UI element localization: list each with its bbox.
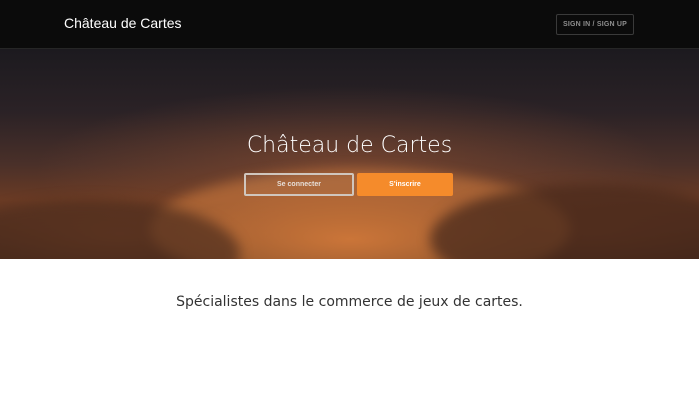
- hero-banner: Château de Cartes Se connecter S'inscrir…: [0, 49, 699, 259]
- signup-button[interactable]: S'inscrire: [357, 173, 453, 196]
- brand-link[interactable]: Château de Cartes: [64, 15, 182, 31]
- signin-signup-button[interactable]: SIGN IN / SIGN UP: [556, 14, 634, 35]
- top-navbar: Château de Cartes SIGN IN / SIGN UP: [0, 0, 699, 49]
- tagline: Spécialistes dans le commerce de jeux de…: [176, 294, 523, 310]
- login-button[interactable]: Se connecter: [244, 173, 354, 196]
- hero-title: Château de Cartes: [246, 133, 453, 158]
